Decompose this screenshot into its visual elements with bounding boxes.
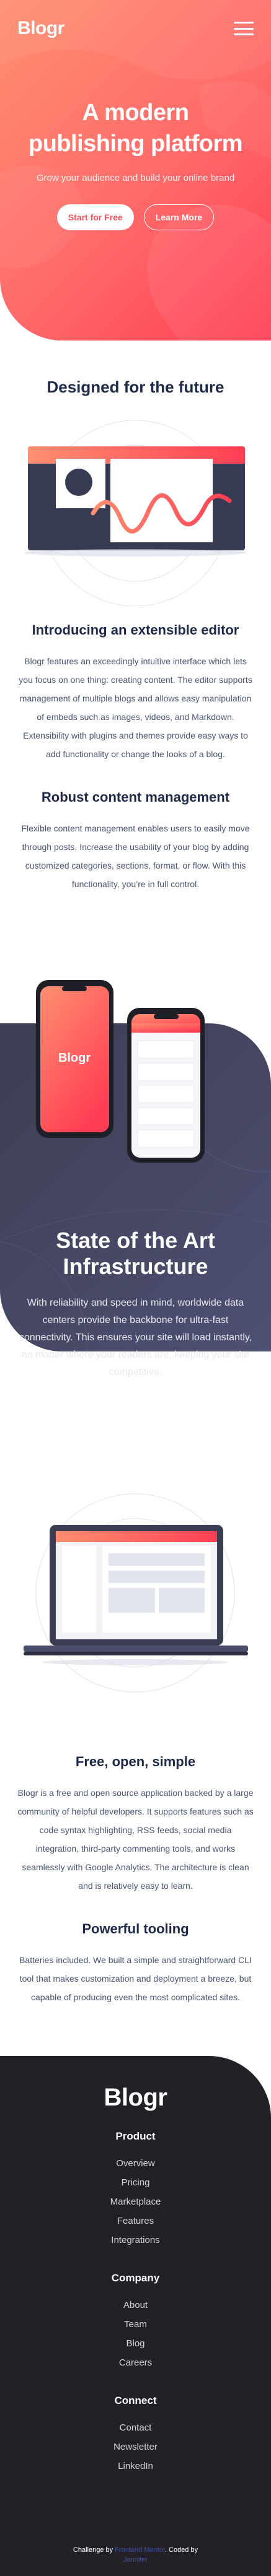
attribution: Challenge by Frontend Mentor. Coded by J… bbox=[0, 2545, 271, 2565]
phone-screen-logo: Blogr bbox=[58, 1051, 91, 1065]
learn-more-button[interactable]: Learn More bbox=[143, 204, 215, 230]
menu-bar-line bbox=[234, 33, 254, 35]
attribution-middle: . Coded by bbox=[164, 2546, 198, 2554]
footer-column-product: Product Overview Pricing Marketplace Fea… bbox=[0, 2130, 271, 2250]
infrastructure-heading-line2: Infrastructure bbox=[63, 1254, 208, 1279]
infrastructure-text: State of the Art Infrastructure With rel… bbox=[0, 1228, 271, 1381]
editor-feature: Introducing an extensible editor Blogr f… bbox=[0, 622, 271, 763]
hero-title-line2: publishing platform bbox=[28, 131, 243, 157]
hero-title-line1: A modern bbox=[82, 100, 189, 126]
footer-link-careers[interactable]: Careers bbox=[0, 2353, 271, 2372]
footer-column-connect: Connect Contact Newsletter LinkedIn bbox=[0, 2395, 271, 2476]
features-section: Free, open, simple Blogr is a free and o… bbox=[0, 1754, 271, 2006]
hero-content: A modern publishing platform Grow your a… bbox=[0, 45, 271, 230]
footer-link-marketplace[interactable]: Marketplace bbox=[0, 2192, 271, 2211]
tooling-heading: Powerful tooling bbox=[82, 1921, 189, 1936]
hero-buttons: Start for Free Learn More bbox=[0, 204, 271, 230]
author-link[interactable]: Jennifer bbox=[123, 2556, 148, 2564]
free-feature: Free, open, simple Blogr is a free and o… bbox=[0, 1754, 271, 1895]
content-text: Flexible content management enables user… bbox=[21, 823, 250, 889]
hero-section: Blogr A modern publishing platform Grow … bbox=[0, 0, 271, 340]
laptop-illustration-graphic bbox=[24, 1493, 248, 1693]
content-heading: Robust content management bbox=[41, 789, 230, 805]
footer-link-integrations[interactable]: Integrations bbox=[0, 2231, 271, 2250]
laptop-illustration bbox=[0, 1432, 271, 1754]
tooling-text: Batteries included. We built a simple an… bbox=[19, 1955, 252, 2002]
footer-column-title: Connect bbox=[114, 2395, 157, 2406]
site-footer: Blogr Product Overview Pricing Marketpla… bbox=[0, 2056, 271, 2576]
content-feature: Robust content management Flexible conte… bbox=[0, 789, 271, 893]
editor-text: Blogr features an exceedingly intuitive … bbox=[19, 656, 252, 759]
infrastructure-heading-line1: State of the Art bbox=[56, 1228, 215, 1253]
hero-title: A modern publishing platform bbox=[0, 97, 271, 159]
footer-link-team[interactable]: Team bbox=[0, 2315, 271, 2334]
footer-link-overview[interactable]: Overview bbox=[0, 2154, 271, 2173]
footer-column-title: Company bbox=[111, 2272, 160, 2284]
menu-bar-line bbox=[234, 22, 254, 24]
free-text: Blogr is a free and open source applicat… bbox=[17, 1788, 254, 1891]
footer-link-contact[interactable]: Contact bbox=[0, 2418, 271, 2437]
free-heading: Free, open, simple bbox=[75, 1754, 196, 1769]
site-logo[interactable]: Blogr bbox=[17, 18, 64, 39]
footer-link-pricing[interactable]: Pricing bbox=[0, 2173, 271, 2192]
infrastructure-description: With reliability and speed in mind, worl… bbox=[19, 1298, 252, 1377]
footer-column-title: Product bbox=[115, 2130, 156, 2142]
start-for-free-button[interactable]: Start for Free bbox=[56, 204, 134, 230]
footer-column-company: Company About Team Blog Careers bbox=[0, 2272, 271, 2372]
hero-subtitle: Grow your audience and build your online… bbox=[36, 173, 235, 183]
attribution-prefix: Challenge by bbox=[73, 2546, 113, 2554]
future-section: Designed for the future Introducing an e… bbox=[0, 340, 271, 893]
future-heading: Designed for the future bbox=[47, 378, 224, 396]
editor-illustration bbox=[0, 420, 271, 606]
infrastructure-section: Blogr State of the Art Infrastructure Wi… bbox=[0, 961, 271, 1407]
infrastructure-heading: State of the Art Infrastructure bbox=[17, 1228, 254, 1280]
menu-bar-line bbox=[234, 27, 254, 30]
editor-heading: Introducing an extensible editor bbox=[32, 622, 239, 638]
footer-link-about[interactable]: About bbox=[0, 2296, 271, 2315]
tooling-feature: Powerful tooling Batteries included. We … bbox=[0, 1921, 271, 2006]
footer-link-features[interactable]: Features bbox=[0, 2211, 271, 2231]
top-bar: Blogr bbox=[0, 0, 271, 45]
hamburger-menu-icon[interactable] bbox=[234, 22, 254, 35]
footer-logo[interactable]: Blogr bbox=[0, 2084, 271, 2112]
editor-illustration-graphic bbox=[24, 420, 247, 606]
footer-link-newsletter[interactable]: Newsletter bbox=[0, 2437, 271, 2457]
phones-illustration: Blogr bbox=[36, 980, 205, 1163]
frontend-mentor-link[interactable]: Frontend Mentor bbox=[115, 2546, 165, 2554]
footer-link-linkedin[interactable]: LinkedIn bbox=[0, 2457, 271, 2476]
footer-link-blog[interactable]: Blog bbox=[0, 2334, 271, 2353]
